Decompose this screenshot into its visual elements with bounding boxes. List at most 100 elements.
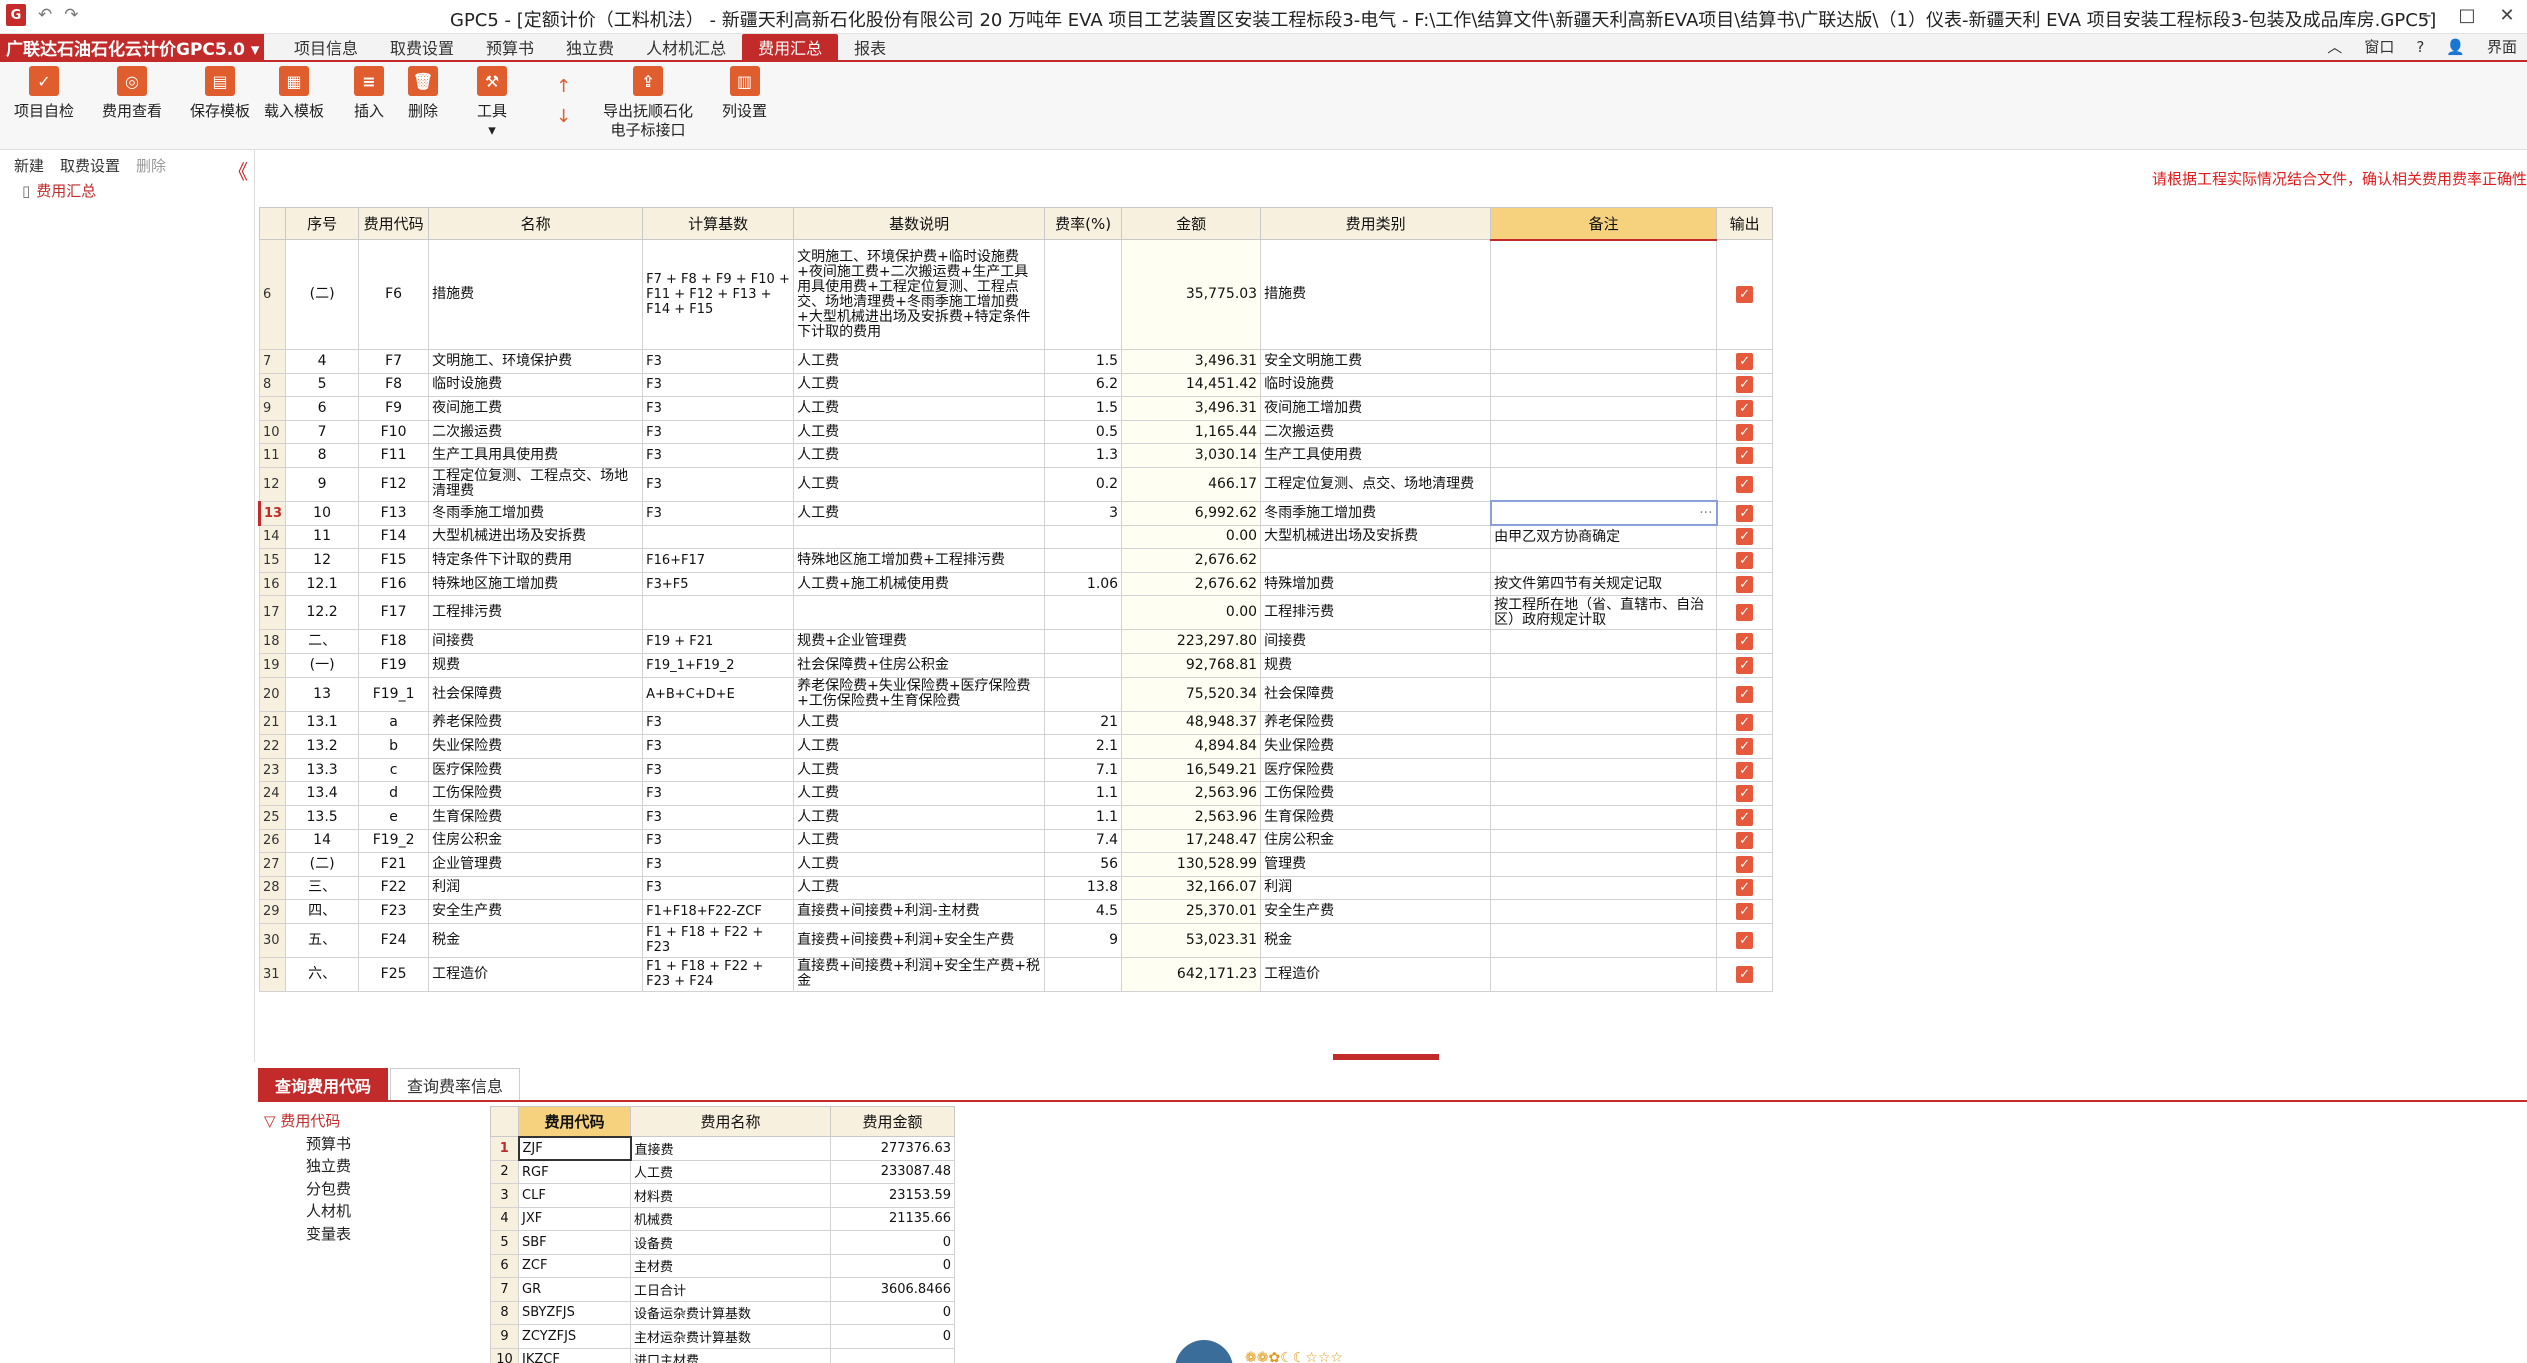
rate-cell[interactable]	[1044, 524, 1123, 550]
col-category[interactable]: 费用类别	[1260, 207, 1492, 240]
output-cell[interactable]: ✓	[1716, 372, 1774, 398]
rate-cell[interactable]: 7.1	[1044, 757, 1123, 783]
output-checkbox[interactable]: ✓	[1736, 785, 1754, 803]
desc-cell[interactable]: 人工费	[793, 828, 1046, 854]
minimize-icon[interactable]: –	[2407, 0, 2447, 30]
code-name-cell[interactable]: 主材运杂费计算基数	[630, 1324, 831, 1349]
amount-cell[interactable]: 14,451.42	[1121, 372, 1262, 398]
output-checkbox[interactable]: ✓	[1736, 879, 1754, 897]
code-cell[interactable]: RGF	[518, 1159, 631, 1184]
rate-cell[interactable]: 6.2	[1044, 372, 1123, 398]
code-row[interactable]: 2 RGF 人工费 233087.48	[490, 1159, 955, 1184]
remark-cell[interactable]	[1490, 828, 1718, 854]
desc-cell[interactable]: 人工费+施工机械使用费	[793, 571, 1046, 597]
rate-cell[interactable]: 0.2	[1044, 466, 1123, 502]
base-cell[interactable]: F1+F18+F22-ZCF	[642, 899, 795, 924]
output-cell[interactable]: ✓	[1716, 804, 1774, 830]
remark-cell[interactable]	[1490, 734, 1718, 759]
remark-cell[interactable]	[1490, 781, 1718, 806]
seq-cell[interactable]: 8	[285, 443, 360, 468]
seq-cell[interactable]: 12.1	[285, 571, 360, 597]
name-cell[interactable]: 生育保险费	[428, 804, 644, 830]
tree-root[interactable]: ▽ 费用代码	[264, 1110, 351, 1133]
output-checkbox[interactable]: ✓	[1736, 761, 1754, 779]
name-cell[interactable]: 生产工具用具使用费	[428, 443, 644, 468]
category-cell[interactable]: 大型机械进出场及安拆费	[1260, 524, 1492, 550]
category-cell[interactable]: 安全生产费	[1260, 899, 1492, 924]
seq-cell[interactable]: 13	[285, 676, 360, 712]
remark-cell[interactable]	[1490, 548, 1718, 573]
help-icon[interactable]: ?	[2416, 38, 2424, 56]
desc-cell[interactable]: 人工费	[793, 710, 1046, 736]
base-cell[interactable]: F3	[642, 781, 795, 806]
seq-cell[interactable]: 13.2	[285, 734, 360, 759]
amount-cell[interactable]: 16,549.21	[1121, 757, 1262, 783]
category-cell[interactable]: 医疗保险费	[1260, 757, 1492, 783]
remark-cell[interactable]	[1490, 396, 1718, 421]
base-cell[interactable]: F19 + F21	[642, 629, 795, 654]
base-cell[interactable]: F3	[642, 466, 795, 502]
remark-cell[interactable]	[1490, 875, 1718, 901]
rate-cell[interactable]: 1.5	[1044, 349, 1123, 374]
table-row[interactable]: 27 (二) F21 企业管理费 F3 人工费 56 130,528.99 管理费 ✓	[258, 852, 1774, 877]
remark-cell[interactable]: 按工程所在地（省、直辖市、自治区）政府规定计取	[1490, 595, 1718, 631]
move-up-button[interactable]: ↑	[556, 76, 571, 97]
code-cell[interactable]: b	[358, 734, 430, 759]
code-cell[interactable]: ZJF	[517, 1135, 632, 1161]
remark-cell[interactable]	[1490, 239, 1718, 350]
tools-button[interactable]: ⚒ 工具 ▾	[477, 66, 507, 140]
amount-cell[interactable]: 0.00	[1121, 595, 1262, 631]
category-cell[interactable]: 规费	[1260, 652, 1492, 678]
code-row[interactable]: 3 CLF 材料费 23153.59	[490, 1183, 955, 1208]
name-cell[interactable]: 规费	[428, 652, 644, 678]
remark-cell[interactable]	[1490, 419, 1718, 445]
code-row[interactable]: 8 SBYZFJS 设备运杂费计算基数 0	[490, 1300, 955, 1325]
name-cell[interactable]: 夜间施工费	[428, 396, 644, 421]
code-name-cell[interactable]: 直接费	[630, 1136, 831, 1161]
output-cell[interactable]: ✓	[1716, 239, 1774, 350]
table-row[interactable]: 12 9 F12 工程定位复测、工程点交、场地清理费 F3 人工费 0.2 466.17 工程定…	[258, 466, 1774, 502]
tree-item-subcontract[interactable]: 分包费	[264, 1178, 351, 1201]
code-cell[interactable]: JXF	[518, 1206, 631, 1231]
tree-item-budget[interactable]: 预算书	[264, 1133, 351, 1156]
amount-cell[interactable]: 4,894.84	[1121, 734, 1262, 759]
col-amount[interactable]: 金额	[1121, 207, 1262, 240]
code-cell[interactable]: JKZCF	[518, 1347, 631, 1363]
collapse-ribbon-icon[interactable]: ︿	[2327, 36, 2342, 57]
code-amount-cell[interactable]: 233087.48	[830, 1159, 955, 1184]
category-cell[interactable]: 工程造价	[1260, 956, 1492, 992]
name-cell[interactable]: 安全生产费	[428, 899, 644, 924]
desc-cell[interactable]: 人工费	[793, 852, 1046, 877]
output-cell[interactable]: ✓	[1716, 828, 1774, 854]
code-cell[interactable]: F10	[358, 419, 430, 445]
tree-item-fee-summary[interactable]: ▯ 费用汇总	[0, 180, 254, 201]
rate-cell[interactable]	[1044, 629, 1123, 654]
category-cell[interactable]: 临时设施费	[1260, 372, 1492, 398]
base-cell[interactable]: F3	[642, 804, 795, 830]
base-cell[interactable]: F7 + F8 + F9 + F10 + F11 + F12 + F13 + F…	[642, 239, 795, 350]
save-template-button[interactable]: ▤ 保存模板	[190, 66, 250, 121]
seq-cell[interactable]: 13.4	[285, 781, 360, 806]
code-name-cell[interactable]: 机械费	[630, 1206, 831, 1231]
code-cell[interactable]: c	[358, 757, 430, 783]
code-cell[interactable]: F19	[358, 652, 430, 678]
load-template-button[interactable]: ▦ 载入模板	[264, 66, 324, 121]
desc-cell[interactable]: 直接费+间接费+利润+安全生产费	[793, 922, 1046, 958]
code-name-cell[interactable]: 设备运杂费计算基数	[630, 1300, 831, 1325]
seq-cell[interactable]: 12.2	[285, 595, 360, 631]
rate-cell[interactable]: 4.5	[1044, 899, 1123, 924]
name-cell[interactable]: 二次搬运费	[428, 419, 644, 445]
remark-cell[interactable]	[1490, 652, 1718, 678]
col-output[interactable]: 输出	[1716, 207, 1774, 240]
desc-cell[interactable]: 规费+企业管理费	[793, 629, 1046, 654]
seq-cell[interactable]: (一)	[285, 652, 360, 678]
remark-cell[interactable]: 由甲乙双方协商确定	[1490, 524, 1718, 550]
user-icon[interactable]: 👤	[2446, 38, 2465, 56]
category-cell[interactable]: 生育保险费	[1260, 804, 1492, 830]
output-checkbox[interactable]: ✓	[1736, 286, 1754, 303]
desc-cell[interactable]: 特殊地区施工增加费+工程排污费	[793, 548, 1046, 573]
code-cell[interactable]: F16	[358, 571, 430, 597]
output-cell[interactable]: ✓	[1716, 899, 1774, 924]
category-cell[interactable]: 措施费	[1260, 239, 1492, 350]
tab-budget[interactable]: 预算书	[470, 34, 550, 60]
